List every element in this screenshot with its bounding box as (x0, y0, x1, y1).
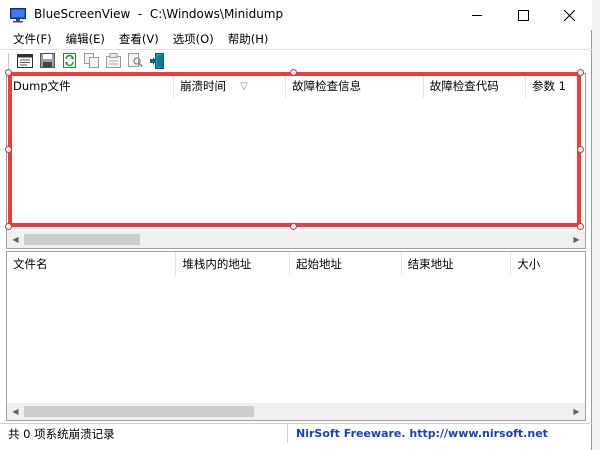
resize-handle (290, 69, 297, 76)
open-report-button[interactable] (15, 52, 35, 70)
toolbar-grip[interactable] (8, 52, 11, 69)
resize-handle (5, 146, 12, 153)
menu-bar: 文件(F) 编辑(E) 查看(V) 选项(O) 帮助(H) (0, 29, 592, 48)
crash-list[interactable]: Dump文件 崩溃时间 ▽ 故障检查信息 故障检查代码 参数 1 ◀ ▶ (6, 73, 586, 249)
sort-arrow-icon: ▽ (240, 80, 248, 92)
exit-icon (150, 52, 164, 69)
col-to-address[interactable]: 结束地址 (402, 252, 512, 276)
col-crash-time[interactable]: 崩溃时间 ▽ (174, 74, 287, 98)
menu-edit[interactable]: 编辑(E) (59, 31, 112, 47)
col-bugcheck-code[interactable]: 故障检查代码 (424, 74, 526, 98)
refresh-button[interactable] (59, 52, 79, 70)
scroll-right-icon[interactable]: ▶ (568, 231, 585, 248)
toolbar (0, 49, 592, 71)
minimize-icon (471, 14, 482, 16)
exit-button[interactable] (147, 52, 167, 70)
resize-handle (290, 223, 297, 230)
find-button[interactable] (125, 52, 145, 70)
properties-button[interactable] (103, 52, 123, 70)
driver-list-hscrollbar[interactable]: ◀ ▶ (7, 403, 585, 420)
maximize-button[interactable] (500, 0, 546, 30)
resize-handle (577, 69, 584, 76)
close-button[interactable] (546, 0, 592, 30)
copy-button[interactable] (81, 52, 101, 70)
maximize-icon (517, 9, 529, 21)
save-button[interactable] (37, 52, 57, 70)
close-icon (563, 9, 575, 21)
copy-icon (83, 53, 99, 68)
col-address-in-stack[interactable]: 堆栈内的地址 (176, 252, 291, 276)
crash-list-hscrollbar[interactable]: ◀ ▶ (7, 231, 585, 248)
col-from-address[interactable]: 起始地址 (290, 252, 402, 276)
open-report-icon (17, 53, 33, 68)
scroll-left-icon[interactable]: ◀ (7, 231, 24, 248)
refresh-icon (62, 53, 76, 68)
title-bar[interactable]: BlueScreenView - C:\Windows\Minidump (0, 0, 592, 30)
menu-help[interactable]: 帮助(H) (221, 31, 276, 47)
col-bugcheck-string[interactable]: 故障检查信息 (286, 74, 424, 98)
resize-handle (577, 146, 584, 153)
driver-list[interactable]: 文件名 堆栈内的地址 起始地址 结束地址 大小 ◀ ▶ (6, 251, 586, 421)
col-parameter-1[interactable]: 参数 1 (526, 74, 585, 98)
scroll-right-icon[interactable]: ▶ (568, 403, 585, 420)
menu-options[interactable]: 选项(O) (166, 31, 221, 47)
app-icon (10, 8, 26, 23)
find-icon (127, 53, 143, 68)
minimize-button[interactable] (454, 0, 500, 30)
status-count: 共 0 项系统崩溃记录 (0, 424, 288, 443)
crash-list-header: Dump文件 崩溃时间 ▽ 故障检查信息 故障检查代码 参数 1 (7, 74, 585, 98)
scroll-left-icon[interactable]: ◀ (7, 403, 24, 420)
col-dump-file[interactable]: Dump文件 (7, 74, 175, 98)
menu-view[interactable]: 查看(V) (112, 31, 166, 47)
resize-handle (5, 69, 12, 76)
save-icon (39, 53, 55, 68)
nirsoft-link[interactable]: NirSoft Freeware. http://www.nirsoft.net (288, 427, 548, 440)
desktop-edge (592, 0, 600, 450)
window-title: BlueScreenView - C:\Windows\Minidump (34, 7, 284, 21)
menu-file[interactable]: 文件(F) (6, 31, 59, 47)
scroll-thumb[interactable] (24, 234, 140, 245)
col-size[interactable]: 大小 (511, 252, 585, 276)
driver-list-header: 文件名 堆栈内的地址 起始地址 结束地址 大小 (7, 252, 585, 276)
resize-handle (5, 223, 12, 230)
properties-icon (105, 53, 121, 68)
status-bar: 共 0 项系统崩溃记录 NirSoft Freeware. http://www… (0, 423, 592, 443)
resize-handle (577, 223, 584, 230)
scroll-thumb[interactable] (24, 406, 254, 417)
col-filename[interactable]: 文件名 (7, 252, 177, 276)
